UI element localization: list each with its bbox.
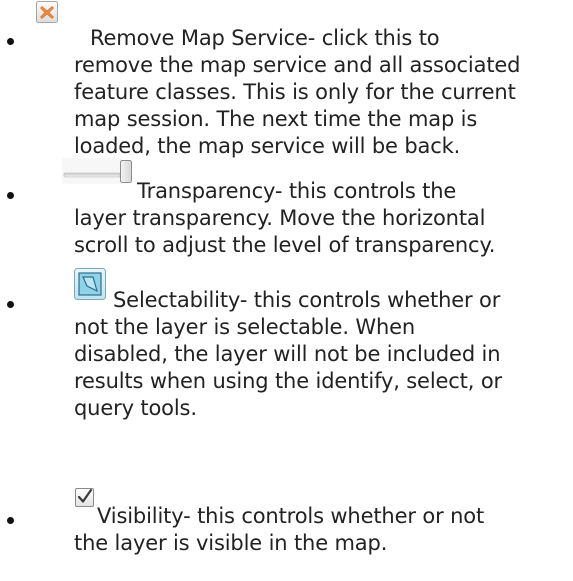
bullet-icon — [7, 192, 14, 199]
transparency-description: Transparency- this controls the layer tr… — [74, 179, 496, 257]
bullet-icon — [7, 517, 14, 524]
help-document: Remove Map Service- click this to remove… — [0, 0, 573, 581]
bullet-icon — [7, 301, 14, 308]
visibility-description: Visibility- this controls whether or not… — [74, 504, 485, 555]
remove-map-service-icon — [36, 1, 58, 23]
selectability-description: Selectability- this controls whether or … — [74, 288, 502, 420]
remove-map-service-description: Remove Map Service- click this to remove… — [74, 26, 521, 158]
bullet-icon — [7, 38, 14, 45]
